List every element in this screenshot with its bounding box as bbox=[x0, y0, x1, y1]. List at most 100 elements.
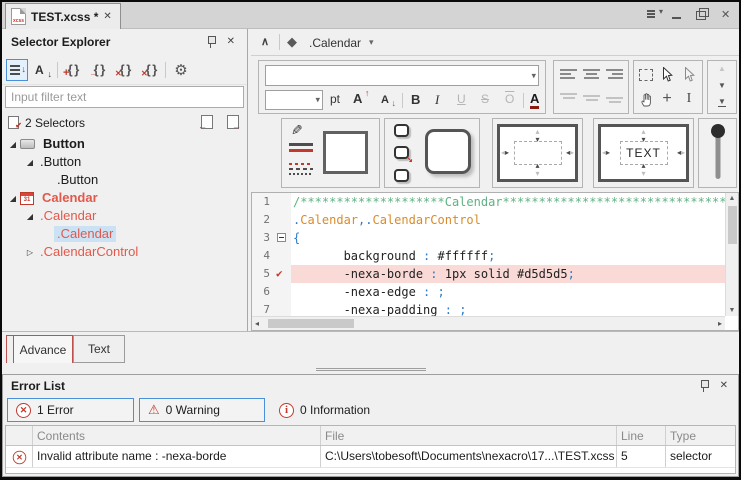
scroll-right-icon[interactable]: ▸ bbox=[718, 319, 722, 328]
code-line-6[interactable]: 6 -nexa-edge : ; bbox=[252, 283, 725, 301]
previous-selector-icon[interactable] bbox=[200, 115, 213, 129]
align-right-icon[interactable] bbox=[606, 69, 623, 79]
code-line-7[interactable]: 7 -nexa-padding : ; bbox=[252, 301, 725, 316]
delete-all-selectors-button[interactable] bbox=[140, 59, 162, 81]
tree-item-button[interactable]: ◢.Button bbox=[2, 153, 247, 171]
font-family-combobox[interactable] bbox=[265, 65, 539, 86]
chevron-down-icon[interactable] bbox=[315, 95, 320, 106]
tree-expander-icon[interactable]: ◢ bbox=[23, 212, 37, 221]
filter-input[interactable] bbox=[5, 86, 244, 108]
align-center-icon[interactable] bbox=[583, 69, 600, 79]
horizontal-scrollbar[interactable]: ◂ ▸ bbox=[252, 316, 725, 330]
dash-style-icon[interactable] bbox=[289, 163, 313, 177]
text-tool-button[interactable] bbox=[680, 90, 698, 108]
text-bottom-arrows[interactable]: ▴▾ bbox=[641, 162, 645, 178]
tab-advance[interactable]: Advance bbox=[13, 335, 73, 363]
chevron-down-icon[interactable] bbox=[531, 70, 536, 81]
type-column-header[interactable]: Type bbox=[666, 426, 735, 445]
selector-dropdown-icon[interactable] bbox=[369, 37, 374, 48]
italic-button[interactable]: I bbox=[435, 92, 439, 108]
font-size-combobox[interactable] bbox=[265, 90, 323, 110]
add-tool-button[interactable] bbox=[658, 90, 676, 108]
font-color-button[interactable]: A bbox=[530, 92, 539, 109]
move-selector-button[interactable] bbox=[88, 59, 110, 81]
overline-button[interactable]: O bbox=[505, 92, 514, 106]
restore-icon[interactable] bbox=[695, 8, 709, 20]
tree-item-calendar[interactable]: .Calendar bbox=[2, 225, 247, 243]
line-style-icon[interactable] bbox=[289, 143, 313, 155]
increase-font-icon[interactable] bbox=[353, 91, 362, 106]
padding-bottom-arrows[interactable]: ▴▾ bbox=[535, 162, 539, 178]
bold-button[interactable]: B bbox=[411, 92, 420, 107]
vertical-scroll-thumb[interactable] bbox=[728, 206, 737, 244]
horizontal-splitter[interactable] bbox=[2, 365, 739, 374]
tree-expander-icon[interactable]: ◢ bbox=[6, 140, 20, 149]
border-preview[interactable] bbox=[323, 131, 368, 174]
tree-item-calendar[interactable]: ◢31Calendar bbox=[2, 189, 247, 207]
tree-expander-icon[interactable]: ◢ bbox=[23, 158, 37, 167]
slider-knob[interactable] bbox=[711, 124, 725, 138]
text-left-arrows[interactable]: ◂▸ bbox=[602, 149, 610, 157]
align-left-icon[interactable] bbox=[560, 69, 577, 79]
scroll-down-icon[interactable]: ▼ bbox=[726, 307, 738, 314]
strikethrough-button[interactable]: S bbox=[481, 92, 489, 106]
fold-cell[interactable] bbox=[274, 229, 291, 247]
tree-expander-icon[interactable]: ▷ bbox=[23, 248, 37, 257]
code-view[interactable]: 1/********************Calendar**********… bbox=[252, 193, 725, 316]
line-column-header[interactable]: Line bbox=[617, 426, 666, 445]
warning-filter-button[interactable]: 0 Warning bbox=[139, 398, 265, 422]
tab-close-icon[interactable] bbox=[103, 12, 111, 22]
underline-button[interactable]: U bbox=[457, 92, 466, 106]
corner-icon-top[interactable] bbox=[394, 124, 409, 137]
scroll-down-icon[interactable]: ▼ bbox=[708, 81, 736, 90]
splitter-grip-icon[interactable] bbox=[316, 368, 426, 371]
code-line-3[interactable]: 3{ bbox=[252, 229, 725, 247]
tree-expander-icon[interactable]: ◢ bbox=[6, 194, 20, 203]
padding-left-arrows[interactable]: ◂▸ bbox=[501, 149, 509, 157]
scroll-up-icon[interactable]: ▲ bbox=[708, 64, 736, 73]
collapse-icon[interactable] bbox=[261, 35, 269, 48]
vertical-scrollbar[interactable]: ▲ ▼ bbox=[725, 193, 738, 316]
error-table-row[interactable]: Invalid attribute name : -nexa-borde C:\… bbox=[6, 446, 735, 468]
slider-track[interactable] bbox=[715, 131, 720, 179]
minimize-icon[interactable] bbox=[671, 8, 685, 20]
sort-selectors-button[interactable] bbox=[6, 59, 28, 81]
valign-middle-icon[interactable] bbox=[583, 93, 600, 103]
pin-icon[interactable] bbox=[699, 379, 710, 393]
cursor-alt-tool-button[interactable] bbox=[680, 65, 698, 83]
sort-alpha-button[interactable] bbox=[32, 59, 54, 81]
fold-collapse-icon[interactable] bbox=[277, 233, 286, 242]
tree-item-button[interactable]: ◢Button bbox=[2, 135, 247, 153]
cursor-tool-button[interactable] bbox=[658, 65, 676, 83]
text-right-arrows[interactable]: ◂▸ bbox=[677, 149, 685, 157]
panel-close-icon[interactable] bbox=[720, 381, 728, 391]
corner-icon-middle[interactable] bbox=[394, 146, 409, 159]
text-padding-preview[interactable]: TEXT ▴▾ ▴▾ ◂▸ ◂▸ bbox=[598, 124, 689, 182]
padding-right-arrows[interactable]: ◂▸ bbox=[566, 149, 574, 157]
valign-top-icon[interactable] bbox=[560, 93, 577, 103]
file-column-header[interactable]: File bbox=[321, 426, 617, 445]
close-window-icon[interactable] bbox=[719, 8, 733, 20]
error-filter-button[interactable]: 1 Error bbox=[7, 398, 134, 422]
select-tool-button[interactable] bbox=[637, 66, 655, 84]
code-line-1[interactable]: 1/********************Calendar**********… bbox=[252, 193, 725, 211]
valign-bottom-icon[interactable] bbox=[606, 93, 623, 103]
scroll-left-icon[interactable]: ◂ bbox=[255, 319, 259, 328]
add-selector-button[interactable] bbox=[62, 59, 84, 81]
scroll-down-more-icon[interactable]: ▼ bbox=[708, 97, 736, 106]
code-line-5[interactable]: 5✔ -nexa-borde : 1px solid #d5d5d5; bbox=[252, 265, 725, 283]
scroll-up-icon[interactable]: ▲ bbox=[726, 195, 738, 202]
next-selector-icon[interactable] bbox=[226, 115, 239, 129]
text-top-arrows[interactable]: ▴▾ bbox=[641, 128, 645, 144]
corner-icon-bottom[interactable] bbox=[394, 169, 409, 182]
information-filter-button[interactable]: 0 Information bbox=[271, 398, 378, 422]
pin-icon[interactable] bbox=[206, 35, 217, 49]
document-tab[interactable]: xcss TEST.xcss * bbox=[5, 3, 121, 29]
tab-list-icon[interactable] bbox=[647, 8, 661, 20]
pencil-icon[interactable] bbox=[291, 122, 303, 139]
settings-button[interactable] bbox=[170, 59, 192, 81]
decrease-font-icon[interactable] bbox=[381, 94, 389, 106]
tree-item-button[interactable]: .Button bbox=[2, 171, 247, 189]
padding-preview[interactable]: ▴▾ ▴▾ ◂▸ ◂▸ bbox=[497, 124, 578, 182]
tree-item-calendar[interactable]: ◢.Calendar bbox=[2, 207, 247, 225]
